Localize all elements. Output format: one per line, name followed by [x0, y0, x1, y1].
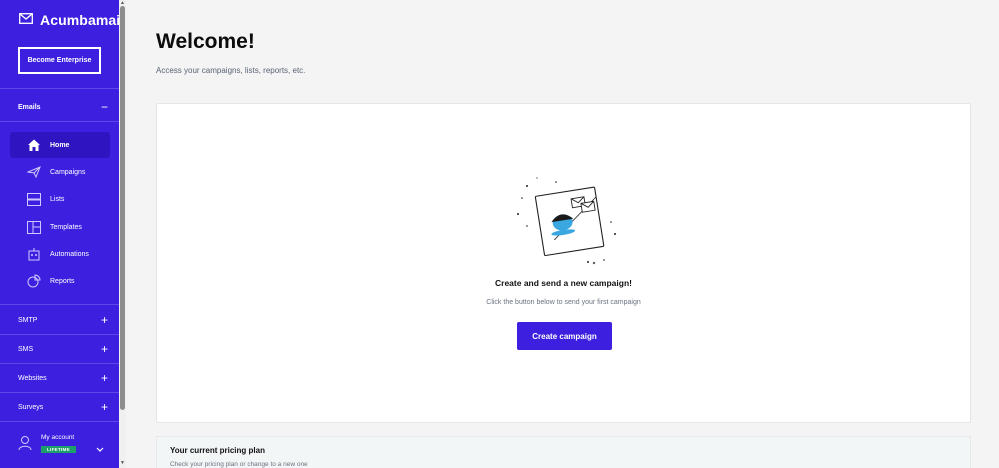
plus-icon[interactable]: +	[101, 343, 108, 355]
sidebar-item-label: Home	[50, 141, 70, 149]
home-icon	[26, 137, 42, 153]
page-subtitle: Access your campaigns, lists, reports, e…	[156, 66, 306, 75]
sidebar-item-lists[interactable]: Lists	[10, 186, 110, 212]
section-label: Emails	[18, 103, 41, 111]
main-content: Welcome! Access your campaigns, lists, r…	[126, 0, 999, 468]
empty-state-card: Create and send a new campaign! Click th…	[156, 103, 971, 423]
scroll-down-arrow-icon[interactable]: ▼	[119, 460, 126, 466]
become-enterprise-button[interactable]: Become Enterprise	[18, 47, 101, 74]
sidebar-section-sms[interactable]: SMS +	[18, 342, 108, 356]
section-label: SMTP	[18, 316, 38, 324]
plus-icon[interactable]: +	[101, 314, 108, 326]
section-label: Websites	[18, 374, 47, 382]
page-title: Welcome!	[156, 30, 255, 53]
sidebar-section-websites[interactable]: Websites +	[18, 371, 108, 385]
my-account[interactable]: My account LIFETIME	[18, 432, 108, 458]
sidebar-section-emails[interactable]: Emails −	[18, 100, 108, 114]
scroll-thumb[interactable]	[120, 6, 125, 410]
sidebar-item-label: Automations	[50, 250, 89, 258]
envelope-icon	[19, 11, 33, 29]
sidebar-item-templates[interactable]: Templates	[10, 214, 110, 240]
create-campaign-button[interactable]: Create campaign	[517, 322, 612, 350]
minus-icon[interactable]: −	[101, 101, 108, 113]
sidebar-item-label: Campaigns	[50, 168, 86, 176]
brand-name: Acumbamail	[40, 12, 125, 28]
sidebar-item-home[interactable]: Home	[10, 132, 110, 158]
template-icon	[26, 219, 42, 235]
sidebar-divider	[0, 421, 119, 422]
account-label: My account	[41, 434, 75, 441]
sidebar-item-reports[interactable]: Reports	[10, 268, 110, 294]
chevron-down-icon[interactable]	[96, 440, 104, 458]
brand-logo[interactable]: Acumbamail	[19, 11, 124, 29]
sidebar-item-campaigns[interactable]: Campaigns	[10, 159, 110, 185]
sidebar-divider	[0, 363, 119, 364]
sidebar-divider	[0, 392, 119, 393]
sidebar: Acumbamail Become Enterprise Emails − Ho…	[0, 0, 124, 468]
sidebar-divider	[0, 121, 119, 122]
campaign-illustration-icon	[509, 174, 621, 275]
pricing-plan-title: Your current pricing plan	[170, 446, 265, 455]
user-icon	[18, 435, 32, 456]
sidebar-divider	[0, 334, 119, 335]
chart-icon	[26, 273, 42, 289]
sidebar-item-label: Reports	[50, 277, 75, 285]
empty-state-text: Click the button below to send your firs…	[486, 299, 641, 306]
lifetime-badge: LIFETIME	[41, 446, 76, 453]
section-label: SMS	[18, 345, 34, 353]
section-label: Surveys	[18, 403, 44, 411]
list-icon	[26, 191, 42, 207]
plus-icon[interactable]: +	[101, 372, 108, 384]
robot-icon	[26, 246, 42, 262]
sidebar-divider	[0, 304, 119, 305]
sidebar-item-automations[interactable]: Automations	[10, 241, 110, 267]
empty-state-heading: Create and send a new campaign!	[495, 278, 632, 288]
plus-icon[interactable]: +	[101, 401, 108, 413]
sidebar-scrollbar[interactable]: ▲ ▼	[119, 0, 126, 468]
sidebar-divider	[0, 88, 119, 89]
sidebar-section-smtp[interactable]: SMTP +	[18, 313, 108, 327]
paper-plane-icon	[26, 164, 42, 180]
pricing-plan-subtitle[interactable]: Check your pricing plan or change to a n…	[170, 461, 308, 468]
sidebar-item-label: Templates	[50, 223, 82, 231]
sidebar-item-label: Lists	[50, 195, 65, 203]
pricing-plan-card: Your current pricing plan Check your pri…	[156, 436, 971, 468]
sidebar-section-surveys[interactable]: Surveys +	[18, 400, 108, 414]
